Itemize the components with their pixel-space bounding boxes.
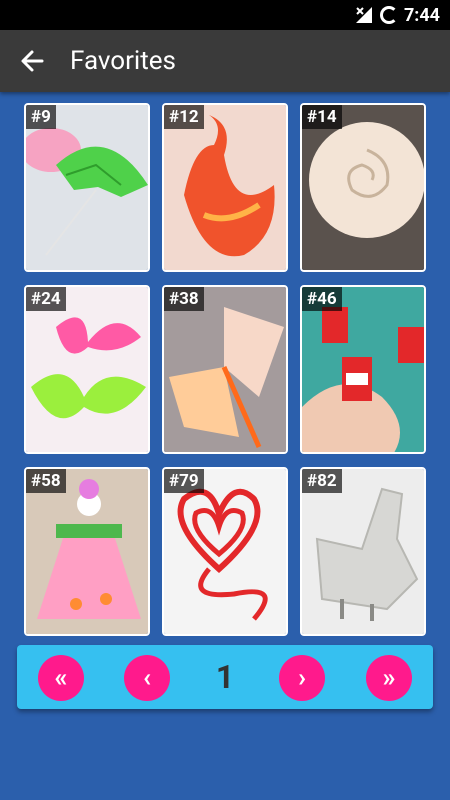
next-page-button[interactable]: › xyxy=(279,655,325,701)
battery-icon xyxy=(379,6,398,24)
tile-number: #14 xyxy=(302,105,342,129)
paper-doll-image xyxy=(26,469,148,634)
favorite-tile[interactable]: #9 xyxy=(24,103,150,272)
paper-bows-image xyxy=(26,287,148,452)
favorite-tile[interactable]: #38 xyxy=(162,285,288,454)
origami-rose-image xyxy=(302,105,424,270)
origami-duck-image xyxy=(302,469,424,634)
origami-umbrella-image xyxy=(26,105,148,270)
origami-butterfly-image xyxy=(164,287,286,452)
tile-number: #79 xyxy=(164,469,204,493)
tile-number: #58 xyxy=(26,469,66,493)
origami-rooster-image xyxy=(164,105,286,270)
favorite-tile[interactable]: #24 xyxy=(24,285,150,454)
app-bar: Favorites xyxy=(0,30,450,92)
tile-number: #46 xyxy=(302,287,342,311)
tile-number: #9 xyxy=(26,105,56,129)
tile-number: #24 xyxy=(26,287,66,311)
favorite-tile[interactable]: #12 xyxy=(162,103,288,272)
origami-santa-image xyxy=(302,287,424,452)
last-page-button[interactable]: » xyxy=(366,655,412,701)
page-title: Favorites xyxy=(70,46,176,76)
favorite-tile[interactable]: #82 xyxy=(300,467,426,636)
status-bar: 7:44 xyxy=(0,0,450,30)
tile-number: #82 xyxy=(302,469,342,493)
favorite-tile[interactable]: #46 xyxy=(300,285,426,454)
current-page-number: 1 xyxy=(215,658,235,696)
favorite-tile[interactable]: #58 xyxy=(24,467,150,636)
favorite-tile[interactable]: #14 xyxy=(300,103,426,272)
tile-number: #12 xyxy=(164,105,204,129)
signal-icon xyxy=(355,7,372,23)
pagination-bar: « ‹ 1 › » xyxy=(17,645,433,709)
back-button[interactable] xyxy=(16,45,48,77)
status-time: 7:44 xyxy=(403,4,440,26)
popup-heart-card-image xyxy=(164,469,286,634)
arrow-left-icon xyxy=(21,50,44,72)
favorite-tile[interactable]: #79 xyxy=(162,467,288,636)
prev-page-button[interactable]: ‹ xyxy=(124,655,170,701)
tile-number: #38 xyxy=(164,287,204,311)
first-page-button[interactable]: « xyxy=(38,655,84,701)
